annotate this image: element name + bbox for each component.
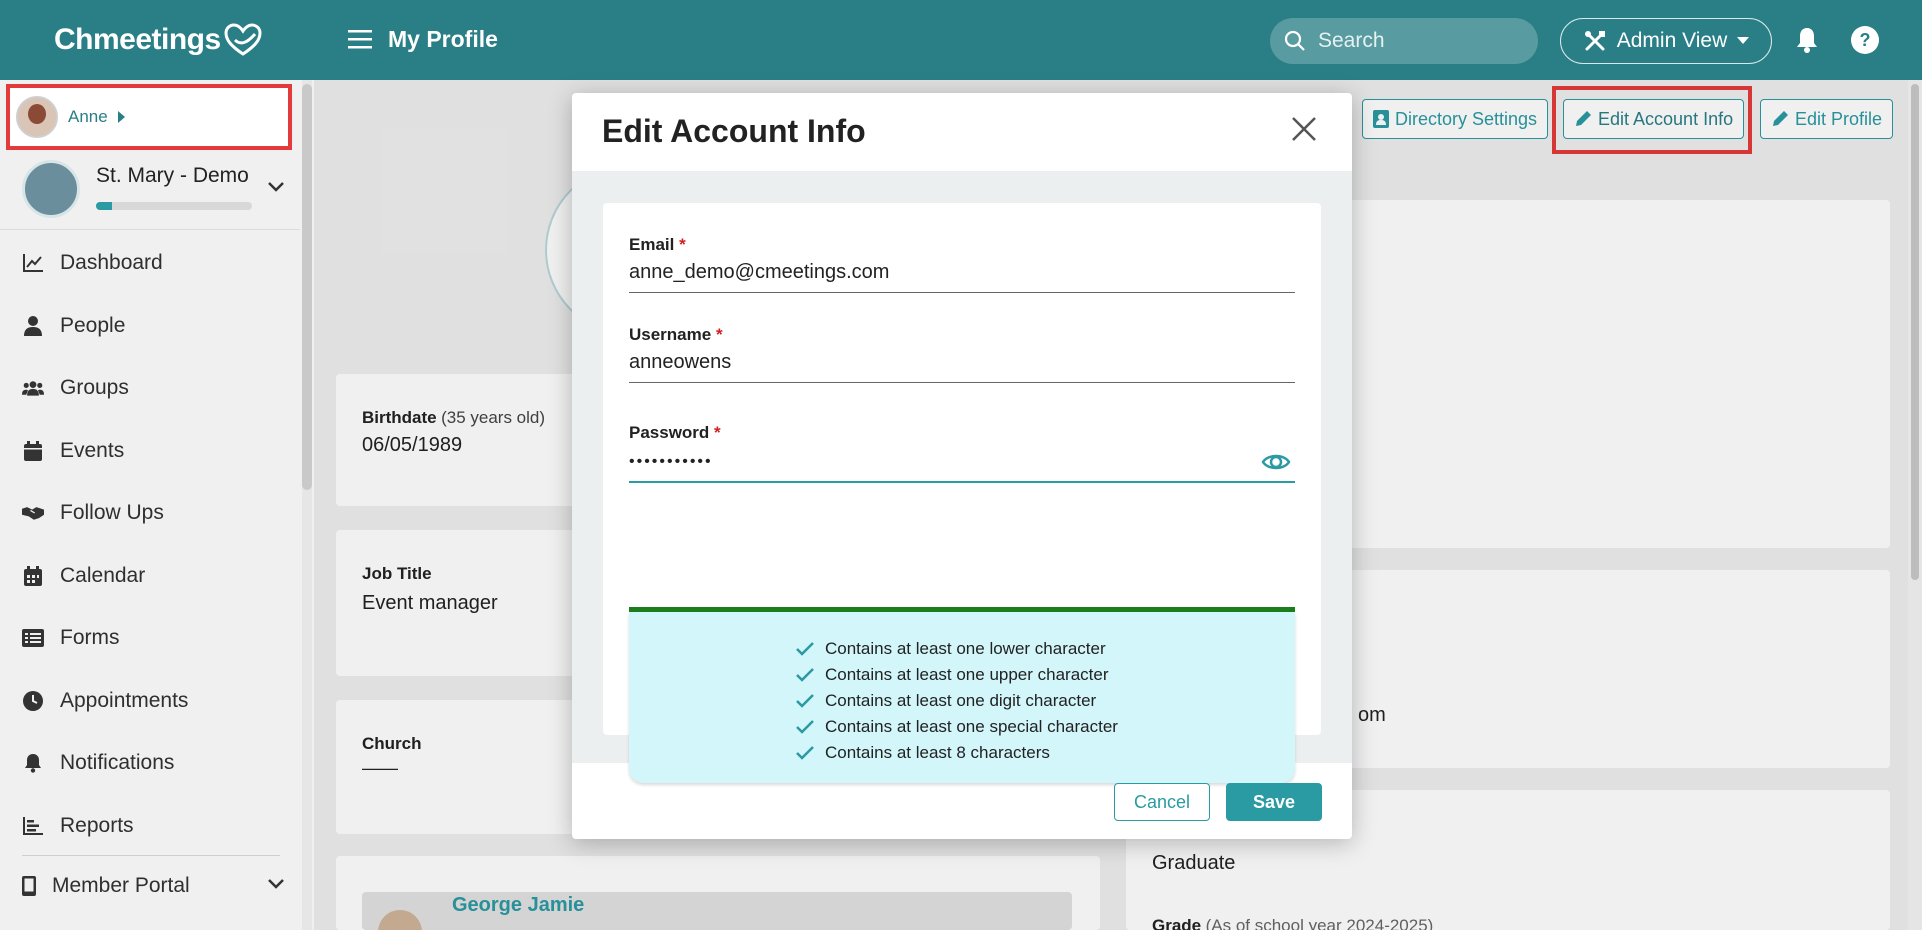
check-icon xyxy=(795,667,815,683)
church-progress-bar xyxy=(96,202,252,210)
email-label: Email * xyxy=(629,235,686,254)
save-button[interactable]: Save xyxy=(1226,783,1322,821)
sidebar-item-label: Dashboard xyxy=(60,251,163,275)
help-icon[interactable]: ? xyxy=(1850,25,1880,55)
svg-text:?: ? xyxy=(1860,30,1871,50)
email-field[interactable] xyxy=(629,255,1295,293)
sidebar-item-label: Calendar xyxy=(60,563,146,587)
email-field-group: Email * xyxy=(629,235,1295,293)
app-logo[interactable]: Chmeetings xyxy=(54,22,263,58)
admin-view-button[interactable]: Admin View xyxy=(1560,18,1772,64)
menu-toggle-icon[interactable] xyxy=(348,28,372,50)
required-marker: * xyxy=(714,423,721,442)
password-rules-list: Contains at least one lower character Co… xyxy=(795,636,1118,766)
password-rule-item: Contains at least one upper character xyxy=(795,662,1118,688)
username-label: Username * xyxy=(629,325,723,344)
user-avatar xyxy=(16,96,58,138)
logo-heart-icon xyxy=(224,23,262,56)
check-icon xyxy=(795,693,815,709)
sidebar-item-follow-ups[interactable]: Follow Ups xyxy=(0,482,300,545)
required-marker: * xyxy=(679,235,686,254)
password-field-group: Password * xyxy=(629,423,1295,483)
group-icon xyxy=(22,379,44,397)
sidebar-item-label: Member Portal xyxy=(52,874,190,897)
caret-right-icon xyxy=(117,111,125,123)
password-label: Password * xyxy=(629,423,721,442)
sidebar-item-label: Notifications xyxy=(60,751,175,775)
password-rules-panel: Contains at least one lower character Co… xyxy=(629,612,1295,783)
sidebar-item-people[interactable]: People xyxy=(0,295,300,358)
list-icon xyxy=(22,629,44,648)
account-form: Email * Username * Password * Contains a… xyxy=(603,203,1321,783)
top-bar: Chmeetings My Profile Admin View ? xyxy=(0,0,1922,80)
password-rule-item: Contains at least one lower character xyxy=(795,636,1118,662)
search-box[interactable] xyxy=(1270,18,1538,64)
sidebar-item-forms[interactable]: Forms xyxy=(0,607,300,670)
sidebar-item-label: Reports xyxy=(60,813,134,837)
check-icon xyxy=(795,745,815,761)
edit-account-info-dialog: Edit Account Info Email * Username * Pas… xyxy=(572,93,1352,839)
sidebar-nav: Dashboard People Groups Events Follow Up… xyxy=(0,232,300,857)
bar-chart-icon xyxy=(22,816,44,835)
tools-icon xyxy=(1584,31,1605,51)
page-title: My Profile xyxy=(388,26,498,52)
chevron-down-icon[interactable] xyxy=(268,182,284,192)
sidebar-item-label: Events xyxy=(60,438,125,462)
password-rule-item: Contains at least one special character xyxy=(795,714,1118,740)
handshake-icon xyxy=(22,504,44,522)
sidebar-item-appointments[interactable]: Appointments xyxy=(0,670,300,733)
username-field[interactable] xyxy=(629,345,1295,383)
username-field-group: Username * xyxy=(629,325,1295,383)
check-icon xyxy=(795,641,815,657)
church-name: St. Mary - Demo xyxy=(96,164,249,187)
required-marker: * xyxy=(715,325,723,344)
notifications-bell-icon[interactable] xyxy=(1795,26,1819,54)
dialog-footer: Cancel Save xyxy=(572,763,1352,839)
person-icon xyxy=(22,315,44,336)
search-input[interactable] xyxy=(1318,29,1518,53)
calendar-grid-icon xyxy=(22,565,44,586)
sidebar-item-label: Forms xyxy=(60,626,120,650)
mobile-phone-icon xyxy=(22,876,36,896)
sidebar-item-label: Groups xyxy=(60,376,129,400)
church-progress-fill xyxy=(96,202,112,210)
sidebar-item-events[interactable]: Events xyxy=(0,420,300,483)
clock-icon xyxy=(22,690,44,711)
sidebar-item-member-portal[interactable]: Member Portal xyxy=(0,855,300,917)
sidebar-item-notifications[interactable]: Notifications xyxy=(0,732,300,795)
sidebar-item-label: Appointments xyxy=(60,688,189,712)
sidebar-item-dashboard[interactable]: Dashboard xyxy=(0,232,300,295)
sidebar-item-label: People xyxy=(60,313,126,337)
calendar-icon xyxy=(22,440,44,461)
sidebar-item-calendar[interactable]: Calendar xyxy=(0,545,300,608)
chart-line-icon xyxy=(22,253,44,273)
password-field[interactable] xyxy=(629,443,1295,483)
close-icon[interactable] xyxy=(1290,115,1318,143)
sidebar: Anne St. Mary - Demo Dashboard People Gr… xyxy=(0,80,314,930)
sidebar-scrollbar-thumb[interactable] xyxy=(302,84,312,490)
check-icon xyxy=(795,719,815,735)
dialog-title: Edit Account Info xyxy=(602,113,866,149)
user-menu[interactable]: Anne xyxy=(6,84,292,150)
sidebar-item-label: Follow Ups xyxy=(60,501,164,525)
chevron-down-icon[interactable] xyxy=(268,879,284,889)
cancel-button[interactable]: Cancel xyxy=(1114,783,1210,821)
password-rule-item: Contains at least one digit character xyxy=(795,688,1118,714)
search-icon xyxy=(1284,30,1305,51)
church-avatar xyxy=(22,160,80,218)
sidebar-item-groups[interactable]: Groups xyxy=(0,357,300,420)
caret-down-icon xyxy=(1737,37,1750,44)
user-name: Anne xyxy=(68,107,108,126)
bell-icon xyxy=(22,753,44,773)
show-password-eye-icon[interactable] xyxy=(1261,451,1291,473)
sidebar-item-reports[interactable]: Reports xyxy=(0,795,300,858)
